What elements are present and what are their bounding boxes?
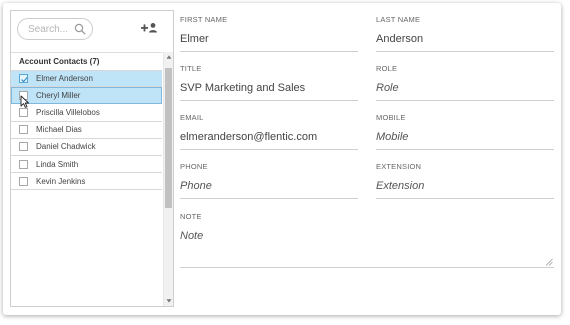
field-underline <box>180 51 358 52</box>
note-textarea[interactable]: Note <box>180 228 554 268</box>
contact-name: Elmer Anderson <box>36 74 93 84</box>
field-underline <box>376 149 554 150</box>
first-name-label: FIRST NAME <box>180 15 228 24</box>
contacts-panel: Account Contacts (7) Elmer Anderson Cher… <box>10 10 174 307</box>
first-name-input[interactable]: Elmer <box>180 31 358 47</box>
field-underline <box>376 100 554 101</box>
last-name-label: LAST NAME <box>376 15 421 24</box>
field-underline <box>376 51 554 52</box>
phone-label: PHONE <box>180 162 208 171</box>
mobile-input[interactable]: Mobile <box>376 129 554 145</box>
role-label: ROLE <box>376 64 398 73</box>
contact-row[interactable]: Priscilla Villelobos <box>11 104 162 122</box>
email-field[interactable]: EMAIL elmeranderson@flentic.com <box>180 113 358 150</box>
contact-name: Cheryl Miller <box>36 90 81 100</box>
extension-input[interactable]: Extension <box>376 178 554 194</box>
contact-name: Linda Smith <box>36 159 79 169</box>
title-label: TITLE <box>180 64 202 73</box>
field-underline <box>180 149 358 150</box>
extension-field[interactable]: EXTENSION Extension <box>376 162 554 199</box>
last-name-input[interactable]: Anderson <box>376 31 554 47</box>
search-input[interactable] <box>28 22 76 37</box>
contact-list: Elmer Anderson Cheryl Miller Priscilla V… <box>11 70 162 191</box>
mobile-label: MOBILE <box>376 113 406 122</box>
phone-input[interactable]: Phone <box>180 178 358 194</box>
note-input[interactable]: Note <box>180 228 554 244</box>
field-underline <box>180 198 358 199</box>
role-input[interactable]: Role <box>376 80 554 96</box>
note-field[interactable]: NOTE Note <box>180 212 554 268</box>
search-box[interactable] <box>17 18 93 40</box>
field-underline <box>376 198 554 199</box>
field-underline <box>180 100 358 101</box>
contact-name: Priscilla Villelobos <box>36 107 100 117</box>
mobile-field[interactable]: MOBILE Mobile <box>376 113 554 150</box>
contact-name: Daniel Chadwick <box>36 142 96 152</box>
phone-field[interactable]: PHONE Phone <box>180 162 358 199</box>
contact-checkbox[interactable] <box>19 107 28 117</box>
extension-label: EXTENSION <box>376 162 422 171</box>
add-contact-button[interactable] <box>140 21 158 35</box>
check-icon <box>21 76 29 83</box>
email-input[interactable]: elmeranderson@flentic.com <box>180 129 358 145</box>
contact-checkbox[interactable] <box>19 90 28 100</box>
contact-checkbox[interactable] <box>19 159 28 169</box>
scroll-up-icon[interactable] <box>166 54 172 60</box>
contact-row[interactable]: Elmer Anderson <box>11 70 162 88</box>
title-input[interactable]: SVP Marketing and Sales <box>180 80 358 96</box>
title-field[interactable]: TITLE SVP Marketing and Sales <box>180 64 358 101</box>
first-name-field[interactable]: FIRST NAME Elmer <box>180 15 358 52</box>
contact-row[interactable]: Michael Dias <box>11 122 162 139</box>
list-header: Account Contacts (7) <box>11 52 162 70</box>
contact-checkbox[interactable] <box>19 176 28 186</box>
email-label: EMAIL <box>180 113 204 122</box>
last-name-field[interactable]: LAST NAME Anderson <box>376 15 554 52</box>
add-contact-icon <box>141 23 157 33</box>
note-label: NOTE <box>180 212 202 221</box>
contact-name: Kevin Jenkins <box>36 176 86 186</box>
contact-editor-window: Account Contacts (7) Elmer Anderson Cher… <box>3 3 561 315</box>
role-field[interactable]: ROLE Role <box>376 64 554 101</box>
search-icon[interactable] <box>74 23 86 35</box>
list-scrollbar[interactable] <box>163 52 173 306</box>
resize-grip-icon[interactable] <box>545 258 553 266</box>
contact-checkbox[interactable] <box>19 142 28 152</box>
contact-row[interactable]: Daniel Chadwick <box>11 139 162 156</box>
contact-checkbox[interactable] <box>19 74 29 84</box>
scroll-thumb[interactable] <box>165 68 172 208</box>
contact-row[interactable]: Cheryl Miller <box>11 87 162 109</box>
contact-row[interactable]: Linda Smith <box>11 156 162 174</box>
scroll-down-icon[interactable] <box>166 298 172 304</box>
contact-row[interactable]: Kevin Jenkins <box>11 173 162 191</box>
contact-checkbox[interactable] <box>19 125 28 135</box>
contact-name: Michael Dias <box>36 125 82 135</box>
